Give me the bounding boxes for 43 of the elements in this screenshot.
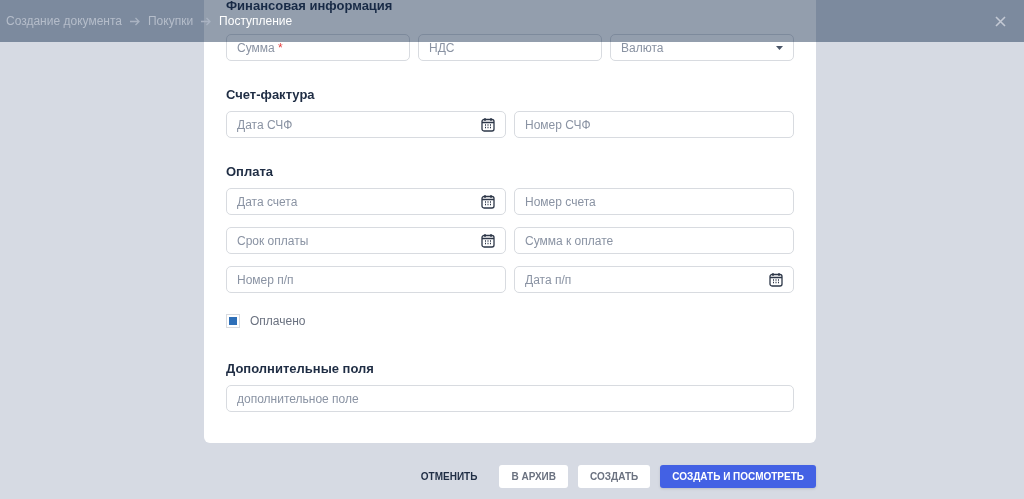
button[interactable]: СОЗДАТЬ [578,465,651,488]
input-field[interactable]: Сумма к оплате [514,227,794,254]
field-placeholder: Дата п/п [525,271,573,289]
field-placeholder: Номер счета [525,193,597,211]
input-field[interactable]: Сумма * [226,34,410,61]
field-placeholder: НДС [429,39,456,57]
button[interactable]: В АРХИВ [499,465,568,488]
arrow-right-icon [201,16,212,26]
input-field[interactable]: дополнительное поле [226,385,794,412]
breadcrumb-link[interactable]: Покупки [147,12,194,30]
checkbox[interactable] [226,314,240,328]
date-field[interactable]: Срок оплаты [226,227,506,254]
caret-icon [776,45,783,50]
date-field[interactable]: Дата счета [226,188,506,215]
field-placeholder: Номер СЧФ [525,116,592,134]
section-title: Счет-фактура [226,86,316,101]
section-title: Дополнительные поля [226,360,375,375]
date-field[interactable]: Дата СЧФ [226,111,506,138]
date-field[interactable]: Дата п/п [514,266,794,293]
calendar-icon[interactable] [769,272,783,287]
breadcrumb-link[interactable]: Создание документа [6,12,122,30]
section-title: Оплата [226,163,275,178]
field-placeholder: Срок оплаты [237,232,310,250]
field-placeholder: дополнительное поле [237,390,360,408]
arrow-right-icon [129,16,140,26]
field-placeholder: Дата счета [237,193,299,211]
field-placeholder: Сумма * [237,39,284,57]
field-placeholder: Сумма к оплате [525,232,615,250]
primary-button[interactable]: СОЗДАТЬ И ПОСМОТРЕТЬ [660,465,816,488]
checkbox-label: Оплачено [250,313,306,330]
field-placeholder: Дата СЧФ [237,116,294,134]
field-placeholder: Валюта [621,39,665,57]
calendar-icon[interactable] [481,194,495,209]
text-button[interactable]: ОТМЕНИТЬ [408,465,490,488]
input-field[interactable]: НДС [418,34,602,61]
calendar-icon[interactable] [481,233,495,248]
field-placeholder: Номер п/п [237,271,295,289]
section-title: Финансовая информация [226,0,394,12]
select-field[interactable]: Валюта [610,34,794,61]
input-field[interactable]: Номер СЧФ [514,111,794,138]
input-field[interactable]: Номер п/п [226,266,506,293]
calendar-icon[interactable] [481,117,495,132]
input-field[interactable]: Номер счета [514,188,794,215]
